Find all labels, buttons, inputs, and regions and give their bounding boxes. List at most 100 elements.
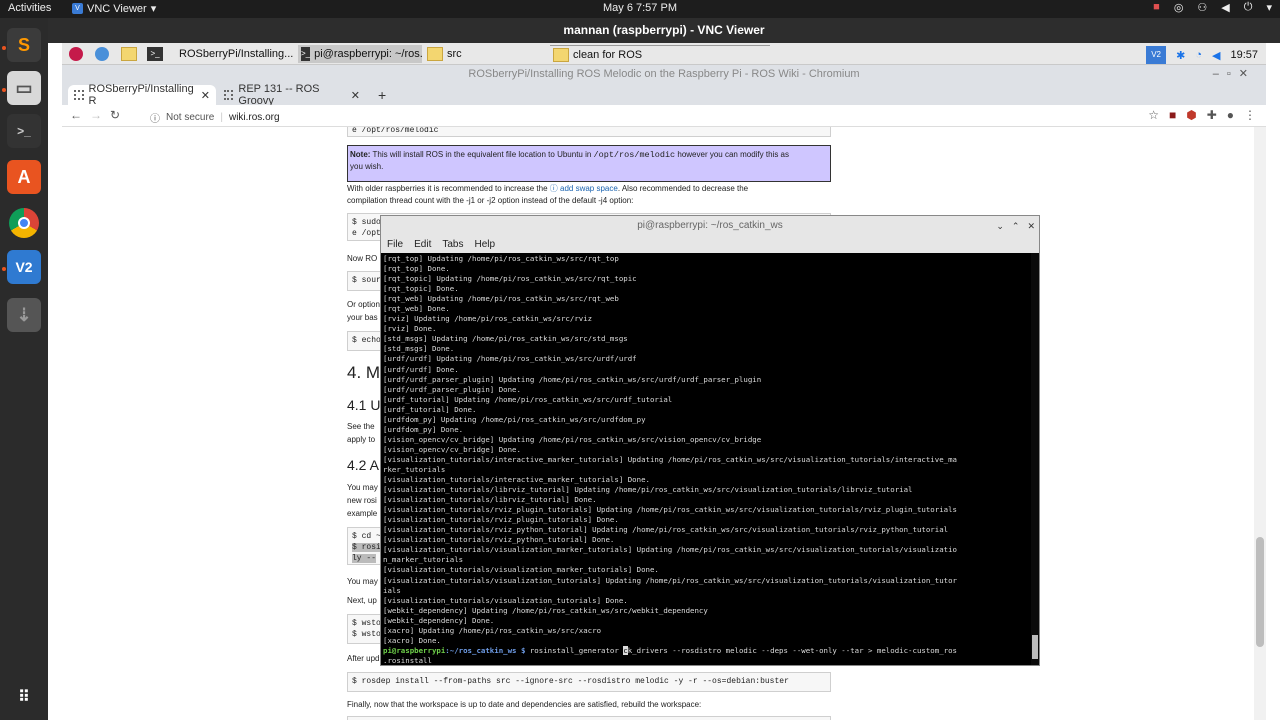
menu-help[interactable]: Help [474,239,495,250]
address-bar[interactable]: ⓘ Not secure | wiki.ros.org [150,110,280,125]
taskbar-item-clean-for-ros[interactable]: clean for ROS [550,45,770,63]
extension-icon[interactable]: ■ [1169,108,1176,122]
app-menu-label: VNC Viewer [87,2,147,15]
terminal-prompt-line[interactable]: pi@raspberrypi:~/ros_catkin_ws $ rosinst… [383,645,1031,656]
page-scrollbar[interactable] [1254,127,1266,720]
camera-record-icon: ■ [1153,1,1160,13]
file-manager-icon[interactable] [118,45,140,63]
sublime-text-icon[interactable]: S [7,28,41,62]
taskbar-item-terminal[interactable]: >_ pi@raspberrypi: ~/ros... [298,45,422,63]
terminal-scrollbar[interactable] [1031,253,1039,665]
show-apps-icon[interactable]: ⠿ [7,680,41,714]
paragraph: example [347,509,378,518]
terminal-launcher-icon[interactable]: >_ [144,45,166,63]
paragraph: Now RO [347,254,378,263]
terminal-line: [rqt_web] Done. [383,304,450,314]
usb-drive-icon[interactable]: ⇣ [7,298,41,332]
taskbar-item-src[interactable]: src [424,45,548,63]
terminal-line: [visualization_tutorials/rviz_plugin_tut… [383,515,619,525]
terminal-output[interactable]: [rqt_top] Updating /home/pi/ros_catkin_w… [383,253,1031,665]
app-menu[interactable]: V VNC Viewer ▾ [72,2,156,15]
terminal-icon: >_ [301,47,311,61]
software-center-icon[interactable]: A [7,160,41,194]
terminal-line: [visualization_tutorials/librviz_tutoria… [383,485,913,495]
section-heading: 4. M [347,363,381,382]
web-browser-icon[interactable] [92,45,112,63]
chromium-toolbar: ← → ↻ ⓘ Not secure | wiki.ros.org ☆ ■ ⬢ … [62,105,1266,127]
tab-rep-131[interactable]: REP 131 -- ROS Groovy ✕ [218,83,366,107]
menu-file[interactable]: File [387,239,403,250]
terminal-line: [xacro] Done. [383,635,441,645]
menu-dots-icon[interactable]: ⋮ [1244,108,1256,122]
vnc-viewer-icon[interactable]: V2 [7,250,41,284]
close-icon[interactable]: ✕ [1027,216,1035,236]
note-box: Note: This will install ROS in the equiv… [347,145,831,182]
scrollbar-thumb[interactable] [1256,537,1264,647]
terminal-window[interactable]: pi@raspberrypi: ~/ros_catkin_ws ⌄ ⌃ ✕ Fi… [380,215,1040,666]
folder-icon [427,47,443,61]
profile-avatar-icon[interactable]: ● [1227,108,1234,122]
terminal-line: [visualization_tutorials/librviz_tutoria… [383,495,597,505]
tab-rosberrypi[interactable]: ROSberryPi/Installing R ✕ [68,83,216,107]
terminal-line: [visualization_tutorials/interactive_mar… [383,475,650,485]
paragraph-text: . Also recommended to decrease the [617,184,749,193]
not-secure-label: Not secure [166,112,215,123]
files-icon[interactable]: ▭ [7,71,41,105]
pi-clock[interactable]: 19:57 [1230,49,1258,61]
terminal-title-bar[interactable]: pi@raspberrypi: ~/ros_catkin_ws ⌄ ⌃ ✕ [381,216,1039,236]
pi-taskbar: >_ ROSberryPi/Installing... >_ pi@raspbe… [62,43,1266,65]
scrollbar-thumb[interactable] [1032,635,1038,659]
taskbar-item-chromium[interactable]: ROSberryPi/Installing... [172,45,296,63]
reload-icon[interactable]: ↻ [110,108,120,122]
vnc-window-title[interactable]: mannan (raspberrypi) - VNC Viewer [48,18,1280,43]
running-indicator [2,267,6,271]
system-tray[interactable]: ■ ◎ ⚇ ◀ ⏻ ▾ [1153,1,1272,14]
terminal-lines: [rqt_top] Updating /home/pi/ros_catkin_w… [383,254,1031,646]
accessibility-icon: ⚇ [1197,2,1208,14]
chromium-title-bar[interactable]: ROSberryPi/Installing ROS Melodic on the… [62,65,1266,83]
raspberry-menu-icon[interactable] [66,45,86,63]
clock[interactable]: May 6 7:57 PM [603,2,677,14]
bookmark-star-icon[interactable]: ☆ [1148,108,1159,122]
swap-space-link[interactable]: ⓘ add swap space [550,184,618,193]
terminal-line: [vision_opencv/cv_bridge] Done. [383,444,521,454]
terminal-line: [urdf/urdf] Done. [383,364,459,374]
terminal-line: ials [383,585,401,595]
bluetooth-icon[interactable]: ✱ [1176,49,1185,62]
puzzle-icon[interactable]: ✚ [1207,108,1217,122]
terminal-line: [vision_opencv/cv_bridge] Updating /home… [383,434,762,444]
adblock-icon[interactable]: ⬢ [1186,108,1196,122]
code-line: $ sour [352,276,381,285]
activities-button[interactable]: Activities [8,2,51,14]
terminal-line: [webkit_dependency] Updating /home/pi/ro… [383,605,708,615]
terminal-line: [urdfdom_py] Done. [383,424,464,434]
new-tab-button[interactable]: + [372,85,392,105]
terminal-line: [rviz] Updating /home/pi/ros_catkin_ws/s… [383,314,593,324]
back-arrow-icon[interactable]: ← [70,108,82,122]
tab-label: ROSberryPi/Installing R [88,83,194,107]
terminal-line: rker_tutorials [383,464,446,474]
terminal-line: [rqt_top] Done. [383,264,450,274]
gnome-top-bar: Activities V VNC Viewer ▾ May 6 7:57 PM … [0,0,1280,18]
chevron-down-icon: ▾ [1266,2,1272,14]
vnc-icon: V [72,3,83,14]
window-controls[interactable]: ‒▫✕ [1213,65,1256,83]
pi-system-tray: V2 ✱ ◔ ◀ 19:57 [1146,46,1258,64]
terminal-line: [std_msgs] Updating /home/pi/ros_catkin_… [383,334,628,344]
terminal-menu-bar: File Edit Tabs Help [381,236,1039,253]
code-text: $ rosi [352,543,381,552]
menu-edit[interactable]: Edit [414,239,431,250]
chrome-icon[interactable] [7,206,41,240]
terminal-icon[interactable]: >_ [7,114,41,148]
close-icon[interactable]: ✕ [201,89,210,102]
menu-tabs[interactable]: Tabs [442,239,463,250]
running-indicator [2,88,6,92]
maximize-icon[interactable]: ⌃ [1012,216,1020,236]
wifi-icon[interactable]: ◔ [1195,49,1202,61]
close-icon[interactable]: ✕ [351,89,360,102]
minimize-icon[interactable]: ⌄ [996,216,1004,236]
terminal-line: [rqt_topic] Done. [383,284,459,294]
forward-arrow-icon[interactable]: → [90,108,102,122]
vnc-server-icon[interactable]: V2 [1146,46,1167,64]
volume-icon[interactable]: ◀ [1212,49,1220,62]
